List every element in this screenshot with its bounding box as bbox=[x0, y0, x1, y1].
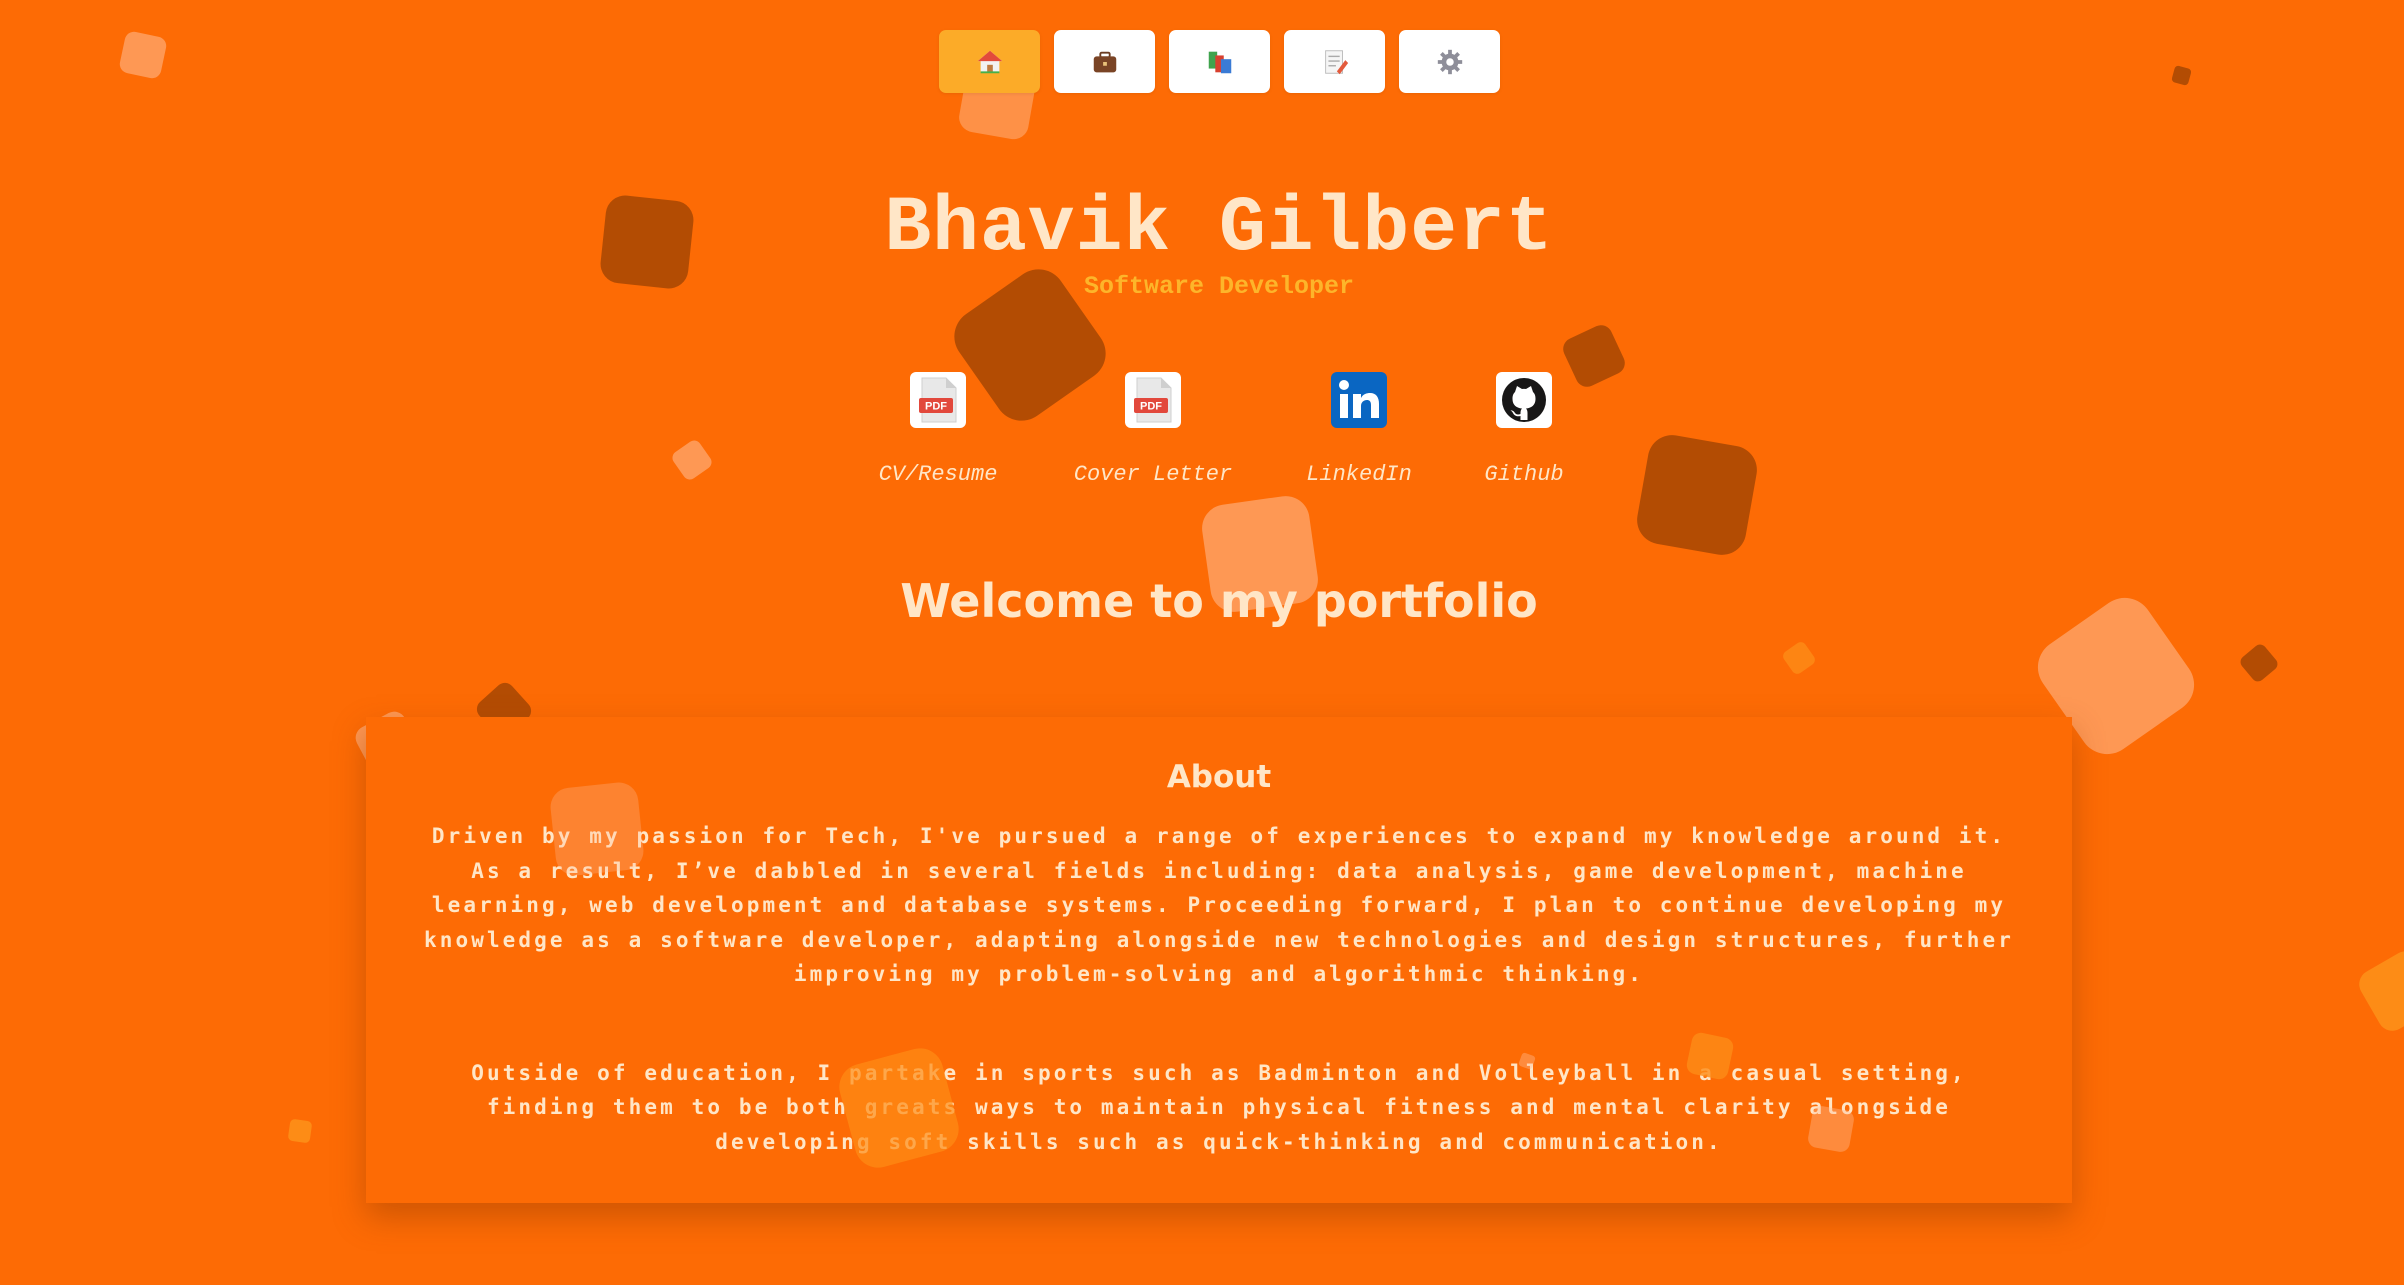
decorative-square bbox=[1780, 639, 1818, 677]
nav-experience-button[interactable] bbox=[1054, 30, 1155, 93]
about-card: About Driven by my passion for Tech, I'v… bbox=[366, 717, 2072, 1203]
nav-blog-button[interactable] bbox=[1284, 30, 1385, 93]
books-icon bbox=[1208, 51, 1231, 73]
about-heading: About bbox=[1166, 759, 1272, 795]
link-label: Cover Letter bbox=[1073, 462, 1233, 487]
decorative-square bbox=[118, 30, 168, 80]
github-icon bbox=[1496, 372, 1552, 428]
about-paragraph: Driven by my passion for Tech, I've purs… bbox=[423, 824, 2015, 986]
top-nav bbox=[939, 30, 1500, 93]
decorative-square bbox=[2353, 945, 2404, 1037]
link-label: LinkedIn bbox=[1306, 462, 1412, 487]
about-paragraph: Outside of education, I partake in sport… bbox=[471, 1060, 1967, 1154]
briefcase-icon bbox=[1093, 51, 1116, 72]
memo-icon bbox=[1324, 49, 1348, 74]
decorative-square bbox=[287, 1118, 313, 1144]
nav-projects-button[interactable] bbox=[1169, 30, 1270, 93]
svg-text:PDF: PDF bbox=[1140, 401, 1162, 413]
welcome-heading: Welcome to my portfolio bbox=[900, 574, 1538, 628]
page-title: Bhavik Gilbert bbox=[884, 185, 1554, 273]
linkedin-link[interactable]: LinkedIn bbox=[1269, 372, 1449, 487]
linkedin-icon bbox=[1331, 372, 1387, 428]
link-label: Github bbox=[1484, 462, 1564, 487]
github-link[interactable]: Github bbox=[1434, 372, 1614, 487]
house-icon bbox=[977, 50, 1002, 73]
pdf-icon: PDF bbox=[1125, 372, 1181, 428]
pdf-icon: PDF bbox=[910, 372, 966, 428]
decorative-square bbox=[2237, 641, 2281, 685]
link-label: CV/Resume bbox=[878, 462, 998, 487]
nav-home-button[interactable] bbox=[939, 30, 1040, 93]
decorative-square bbox=[669, 437, 715, 483]
cover-letter-link[interactable]: PDF Cover Letter bbox=[1063, 372, 1243, 487]
svg-text:PDF: PDF bbox=[925, 401, 947, 413]
nav-settings-button[interactable] bbox=[1399, 30, 1500, 93]
decorative-square bbox=[1633, 431, 1761, 559]
decorative-square bbox=[2171, 65, 2192, 86]
gear-icon bbox=[1437, 49, 1462, 74]
cv-resume-link[interactable]: PDF CV/Resume bbox=[848, 372, 1028, 487]
job-title: Software Developer bbox=[1083, 272, 1355, 301]
